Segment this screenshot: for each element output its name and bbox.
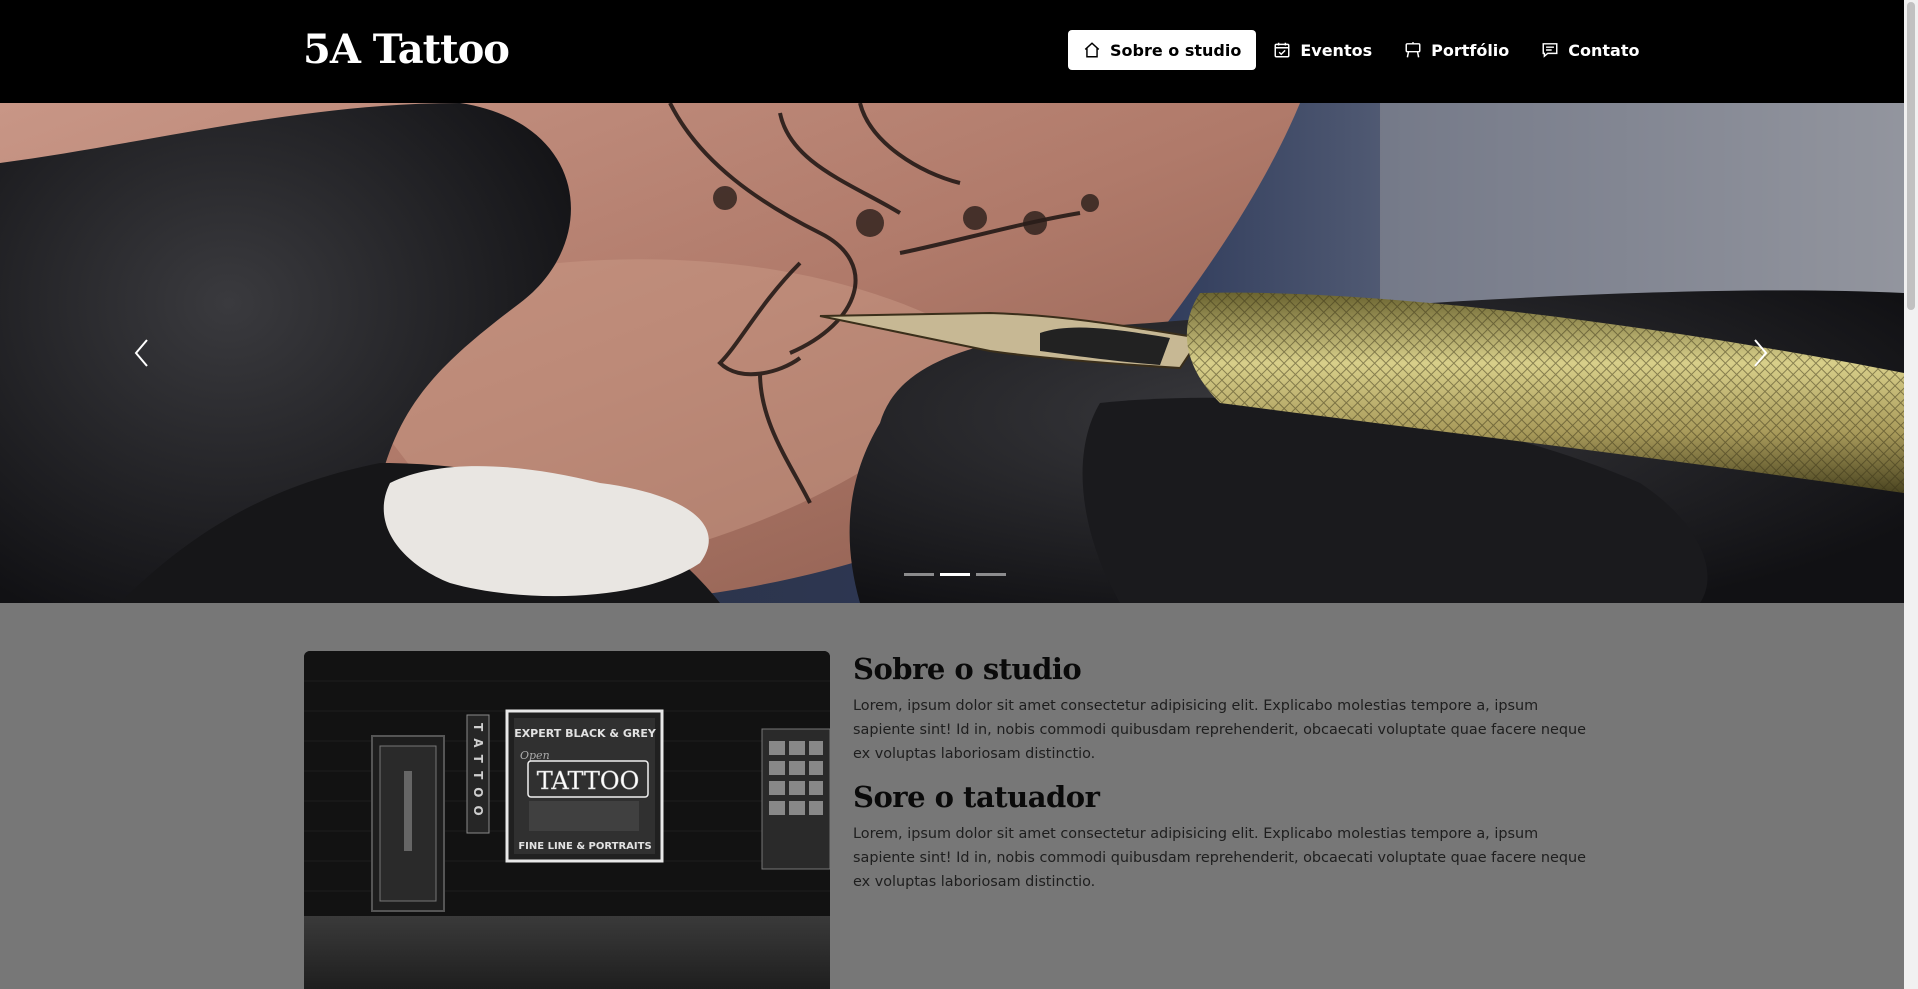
tattoo-photo bbox=[0, 103, 1904, 603]
nav-item-portfolio[interactable]: Portfólio bbox=[1389, 30, 1524, 70]
side-sign-text: TATTOO bbox=[471, 723, 485, 824]
studio-photo: TATTOO EXPERT BLACK & GREY Open TATTOO F… bbox=[304, 651, 830, 989]
nav-item-label: Sobre o studio bbox=[1110, 40, 1242, 60]
artist-title: Sore o tatuador bbox=[853, 780, 1100, 814]
carousel-indicator-3[interactable] bbox=[976, 573, 1006, 576]
nav-item-label: Portfólio bbox=[1431, 40, 1510, 60]
about-content: Sobre o studio Lorem, ipsum dolor sit am… bbox=[853, 652, 1603, 908]
artist-description: Lorem, ipsum dolor sit amet consectetur … bbox=[853, 826, 1586, 890]
hero-carousel bbox=[0, 103, 1904, 603]
nav-item-label: Contato bbox=[1568, 40, 1640, 60]
navbar: 5A Tattoo Sobre o studio Eventos Portfól… bbox=[0, 0, 1904, 103]
window-open-sign: Open bbox=[520, 749, 550, 762]
chat-icon bbox=[1542, 43, 1558, 58]
carousel-indicators bbox=[901, 573, 1009, 576]
window-neon-sign: TATTOO bbox=[537, 767, 640, 795]
carousel-next-button[interactable] bbox=[1730, 328, 1790, 378]
window-top-sign: EXPERT BLACK & GREY bbox=[514, 727, 657, 740]
nav-item-sobre-o-studio[interactable]: Sobre o studio bbox=[1068, 30, 1257, 70]
chevron-right-icon bbox=[1754, 339, 1768, 367]
nav-menu: Sobre o studio Eventos Portfólio Contato bbox=[1068, 30, 1657, 70]
studio-title: Sobre o studio bbox=[853, 652, 1082, 686]
calendar-check-icon bbox=[1274, 42, 1290, 58]
studio-description: Lorem, ipsum dolor sit amet consectetur … bbox=[853, 698, 1586, 762]
page-scrollbar[interactable] bbox=[1904, 0, 1918, 989]
carousel-indicator-1[interactable] bbox=[904, 573, 934, 576]
home-icon bbox=[1084, 42, 1100, 58]
easel-icon bbox=[1405, 42, 1421, 58]
brand-logo[interactable]: 5A Tattoo bbox=[303, 26, 510, 73]
carousel-prev-button[interactable] bbox=[112, 328, 172, 378]
chevron-left-icon bbox=[134, 339, 148, 367]
nav-item-eventos[interactable]: Eventos bbox=[1258, 30, 1387, 70]
nav-item-label: Eventos bbox=[1300, 40, 1373, 60]
window-bottom-sign: FINE LINE & PORTRAITS bbox=[518, 841, 651, 852]
carousel-indicator-2[interactable] bbox=[940, 573, 970, 576]
nav-item-contato[interactable]: Contato bbox=[1526, 30, 1654, 70]
scrollbar-thumb[interactable] bbox=[1907, 2, 1915, 310]
